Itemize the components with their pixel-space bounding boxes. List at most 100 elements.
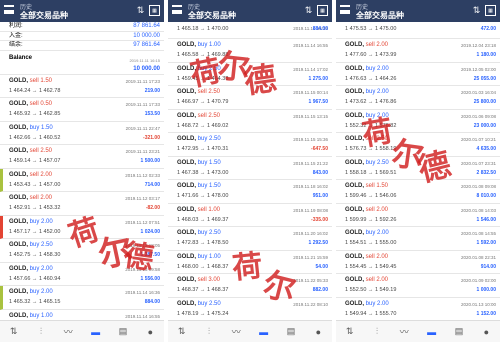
calendar-icon[interactable]: ▦ bbox=[149, 5, 160, 16]
calendar-icon[interactable]: ▦ bbox=[317, 5, 328, 16]
trade-row[interactable]: GOLD, buy 2.001 465.18 → 1 470.002019.11… bbox=[168, 22, 332, 39]
trade-symbol: GOLD, bbox=[345, 159, 366, 166]
trade-title: GOLD, buy 1.50 bbox=[177, 183, 221, 189]
sort-icon[interactable]: ⇅ bbox=[471, 5, 482, 16]
trade-profit: 219.00 bbox=[144, 87, 160, 94]
history-icon[interactable]: ▬ bbox=[89, 327, 103, 337]
trade-row[interactable]: GOLD, buy 2.50 1 478.19 → 1 475.24 2019.11… bbox=[168, 298, 332, 321]
trade-prices: 1 462.66 → 1 460.52 bbox=[9, 134, 61, 141]
trade-row[interactable]: GOLD, sell 2.50 1 466.97 → 1 470.79 2019.1… bbox=[168, 86, 332, 110]
trade-time: 2019.11.12 07:51 bbox=[125, 219, 160, 225]
quotes-icon[interactable]: ⇅ bbox=[343, 326, 357, 337]
trade-side: buy 1.50 bbox=[197, 159, 221, 166]
trade-profit: 54.00 bbox=[315, 263, 328, 270]
trade-time: 2019.11.14 16:36 bbox=[125, 290, 160, 296]
trade-row[interactable]: GOLD, buy 1.00 1 465.58 → 1 469.88 2019.11… bbox=[168, 39, 332, 63]
trade-row[interactable]: GOLD, buy 1.50 1 467.38 → 1 473.00 2019.11… bbox=[168, 157, 332, 180]
trade-prices: 1 473.62 → 1 476.86 bbox=[345, 99, 397, 105]
chat-icon[interactable]: ● bbox=[143, 327, 157, 337]
trade-row[interactable]: GOLD, buy 1.50 1 462.66 → 1 460.52 2019.11… bbox=[0, 122, 164, 146]
chat-icon[interactable]: ● bbox=[311, 327, 325, 337]
trade-prices: 1 554.45 → 1 549.45 bbox=[345, 263, 397, 270]
trade-title: GOLD, sell 2.50 bbox=[9, 148, 52, 154]
trade-profit: 884.00 bbox=[312, 26, 328, 32]
trade-icon[interactable]: 〰 bbox=[397, 325, 411, 338]
trade-row[interactable]: GOLD, sell 2.50 1 459.14 → 1 457.07 2019.1… bbox=[0, 145, 164, 169]
trade-prices: 1 468.37 → 1 468.37 bbox=[177, 287, 229, 293]
trade-row[interactable]: GOLD, buy 2.00 1 554.51 → 1 555.00 2020.01… bbox=[336, 227, 500, 251]
chart-icon[interactable]: ⫶ bbox=[202, 326, 216, 337]
trade-row[interactable]: GOLD, sell 2.00 1 599.99 → 1 592.26 2020.0… bbox=[336, 204, 500, 227]
header-title: 全部交易品种 bbox=[356, 11, 404, 20]
news-icon[interactable]: ▤ bbox=[284, 326, 298, 337]
quotes-icon[interactable]: ⇅ bbox=[7, 326, 21, 337]
trade-row[interactable]: GOLD, buy 2.50 1 459.45 → 1 464.38 2019.11… bbox=[168, 63, 332, 86]
trade-icon[interactable]: 〰 bbox=[229, 325, 243, 338]
news-icon[interactable]: ▤ bbox=[116, 326, 130, 337]
trade-row[interactable]: GOLD, buy 2.50 1 452.75 → 1 458.30 2019.11… bbox=[0, 239, 164, 263]
trade-row[interactable]: GOLD, sell 2.00 1 453.43 → 1 457.00 2019.1… bbox=[0, 168, 164, 193]
trade-row[interactable]: GOLD, sell 1.00 1 468.03 → 1 469.37 2019.1… bbox=[168, 204, 332, 227]
menu-icon[interactable] bbox=[4, 5, 14, 14]
trade-row[interactable]: GOLD, sell 2.50 1 576.73 → 1 558.19 2020.0… bbox=[336, 133, 500, 157]
trade-row[interactable]: GOLD, buy 2.50 1 472.83 → 1 478.50 2019.11… bbox=[168, 227, 332, 251]
sort-icon[interactable]: ⇅ bbox=[135, 5, 146, 16]
trade-row[interactable]: GOLD, buy 2.00 1 473.62 → 1 476.86 2020.01… bbox=[336, 86, 500, 110]
trade-symbol: GOLD, bbox=[345, 253, 366, 260]
trade-title: GOLD, buy 2.00 bbox=[345, 66, 389, 72]
trade-row[interactable]: GOLD, buy 2.00 1 465.32 → 1 465.15 2019.11… bbox=[0, 286, 164, 310]
trade-row[interactable]: GOLD, sell 3.00 1 468.37 → 1 468.37 2019.1… bbox=[168, 274, 332, 298]
news-icon[interactable]: ▤ bbox=[452, 326, 466, 337]
trade-profit: 4 635.00 bbox=[476, 146, 496, 152]
trade-row[interactable]: GOLD, buy 1.00 1 468.00 → 1 468.37 2019.11… bbox=[168, 251, 332, 274]
trade-row[interactable]: GOLD, sell 1.50 1 599.46 → 1 546.06 2020.0… bbox=[336, 180, 500, 204]
chart-icon[interactable]: ⫶ bbox=[34, 326, 48, 337]
trade-side: buy 1.50 bbox=[197, 183, 221, 189]
trade-row[interactable]: GOLD, sell 2.00 1 452.91 → 1 453.32 2019.1… bbox=[0, 192, 164, 216]
trade-profit: 8 010.00 bbox=[476, 193, 496, 199]
quotes-icon[interactable]: ⇅ bbox=[175, 326, 189, 337]
chat-icon[interactable]: ● bbox=[479, 327, 493, 337]
trade-row[interactable]: GOLD, buy 2.50 1 558.18 → 1 569.51 2020.01… bbox=[336, 157, 500, 180]
trade-symbol: GOLD, bbox=[177, 89, 198, 95]
trade-row[interactable]: 1 475.53 → 1 475.00 472.00 bbox=[336, 22, 500, 39]
trade-row[interactable]: GOLD, sell 2.00 1 477.60 → 1 473.99 2019.1… bbox=[336, 39, 500, 63]
history-icon[interactable]: ▬ bbox=[257, 327, 271, 337]
trade-row[interactable]: GOLD, buy 2.50 1 472.95 → 1 470.31 2019.11… bbox=[168, 133, 332, 157]
trade-row[interactable]: GOLD, buy 2.00 1 549.94 → 1 555.70 2020.01… bbox=[336, 298, 500, 321]
sort-icon[interactable]: ⇅ bbox=[303, 5, 314, 16]
trade-symbol: GOLD, bbox=[9, 289, 30, 296]
menu-icon[interactable] bbox=[340, 5, 350, 14]
menu-icon[interactable] bbox=[172, 5, 182, 14]
trade-profit: 951.00 bbox=[312, 193, 328, 199]
trade-row[interactable]: GOLD, buy 2.00 1 457.66 → 1 460.94 2019.11… bbox=[0, 263, 164, 287]
trade-row[interactable]: GOLD, buy 2.00 1 552.32 → 1 576.82 2020.01… bbox=[336, 110, 500, 133]
trade-symbol: GOLD, bbox=[177, 300, 198, 307]
trade-row[interactable]: GOLD, buy 1.50 1 471.66 → 1 478.00 2019.11… bbox=[168, 180, 332, 204]
trade-title: GOLD, buy 2.00 bbox=[9, 266, 53, 272]
trade-side: buy 1.50 bbox=[29, 124, 53, 131]
bottom-toolbar: ⇅ ⫶ 〰 ▬ ▤ ● bbox=[336, 320, 500, 342]
trade-side: sell 2.50 bbox=[197, 89, 221, 95]
trade-icon[interactable]: 〰 bbox=[61, 325, 75, 338]
trade-side: buy 2.00 bbox=[365, 65, 389, 72]
history-icon[interactable]: ▬ bbox=[425, 327, 439, 337]
trade-prices: 1 599.46 → 1 546.06 bbox=[345, 193, 397, 199]
summary-label: 利润: bbox=[9, 23, 23, 29]
trade-profit: 25 800.00 bbox=[473, 99, 496, 105]
trade-row[interactable]: GOLD, sell 2.00 1 552.50 → 1 549.19 2020.0… bbox=[336, 274, 500, 298]
chart-icon[interactable]: ⫶ bbox=[370, 326, 384, 337]
trade-row[interactable]: GOLD, sell 0.50 1 465.92 → 1 462.85 2019.1… bbox=[0, 98, 164, 122]
trade-prices: 1 459.45 → 1 464.38 bbox=[177, 75, 229, 82]
trade-prices: 1 477.60 → 1 473.99 bbox=[345, 52, 397, 58]
trade-title: GOLD, sell 1.00 bbox=[177, 207, 220, 213]
trade-title: GOLD, sell 0.50 bbox=[9, 101, 52, 107]
trade-row[interactable]: GOLD, sell 2.50 1 468.72 → 1 469.02 2019.1… bbox=[168, 110, 332, 133]
trade-title: GOLD, buy 2.50 bbox=[177, 230, 221, 236]
trade-row[interactable]: GOLD, sell 2.00 1 554.45 → 1 549.45 2020.0… bbox=[336, 251, 500, 274]
calendar-icon[interactable]: ▦ bbox=[485, 5, 496, 16]
trade-row[interactable]: GOLD, buy 2.00 1 476.63 → 1 464.26 2019.12… bbox=[336, 63, 500, 86]
trade-symbol: GOLD, bbox=[177, 159, 198, 166]
trade-row[interactable]: GOLD, sell 1.50 1 464.24 → 1 462.78 2019.1… bbox=[0, 75, 164, 99]
trade-row[interactable]: GOLD, buy 2.00 1 457.17 → 1 452.00 2019.11… bbox=[0, 215, 164, 240]
